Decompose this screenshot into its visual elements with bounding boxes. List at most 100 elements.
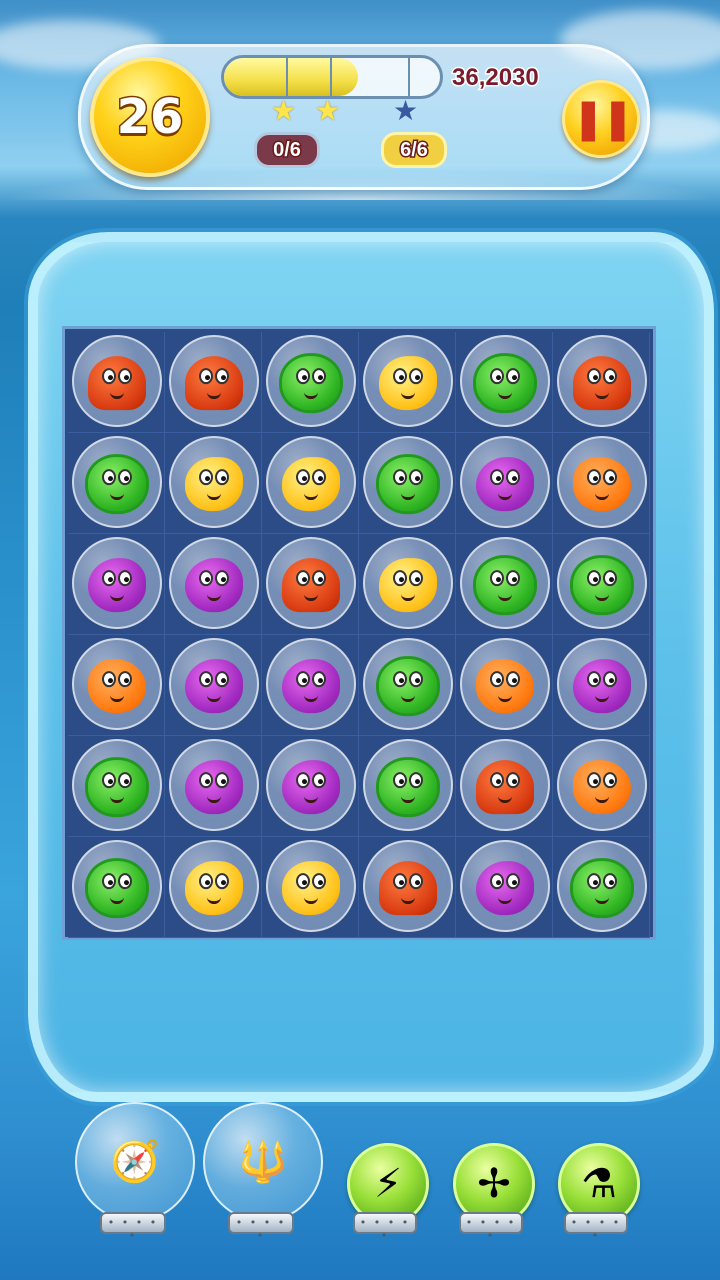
- anglerfish-icon: [282, 760, 340, 815]
- bubble-tile[interactable]: [266, 436, 356, 528]
- bubble-tile[interactable]: [169, 739, 259, 831]
- board-cell[interactable]: [262, 837, 359, 938]
- goldfish-icon: [185, 861, 243, 916]
- mouth: [498, 491, 512, 501]
- board-cell[interactable]: [359, 837, 456, 938]
- board-cell[interactable]: [456, 635, 553, 736]
- board-cell[interactable]: [165, 635, 262, 736]
- bubble-tile[interactable]: [169, 638, 259, 730]
- board-cell[interactable]: [68, 837, 165, 938]
- bubble-tile[interactable]: [460, 739, 550, 831]
- board-cell[interactable]: [165, 736, 262, 837]
- bubble-tile[interactable]: [557, 335, 647, 427]
- board-cell[interactable]: [553, 736, 650, 837]
- puffer-icon: [282, 356, 340, 411]
- board-cell[interactable]: [456, 433, 553, 534]
- bubble-tile[interactable]: [169, 840, 259, 932]
- bubble-tile[interactable]: [72, 739, 162, 831]
- eye: [296, 469, 310, 486]
- eye: [506, 873, 520, 890]
- board-cell[interactable]: [456, 534, 553, 635]
- anglerfish-icon: [88, 558, 146, 613]
- bubble-tile[interactable]: [557, 638, 647, 730]
- board-cell[interactable]: [68, 332, 165, 433]
- board-cell[interactable]: [553, 635, 650, 736]
- mouth: [207, 491, 221, 501]
- eye: [102, 469, 116, 486]
- bubble-tile[interactable]: [72, 436, 162, 528]
- bubble-tile[interactable]: [460, 436, 550, 528]
- moves-value: 26: [115, 88, 185, 147]
- bubble-tile[interactable]: [363, 739, 453, 831]
- bubble-tile[interactable]: [266, 537, 356, 629]
- bubble-tile[interactable]: [169, 335, 259, 427]
- board-cell[interactable]: [553, 837, 650, 938]
- eye: [409, 873, 423, 890]
- board-cell[interactable]: [262, 736, 359, 837]
- board-cell[interactable]: [262, 635, 359, 736]
- bubble-tile[interactable]: [363, 537, 453, 629]
- board-cell[interactable]: [456, 837, 553, 938]
- board-cell[interactable]: [165, 332, 262, 433]
- board-cell[interactable]: [553, 534, 650, 635]
- eye: [296, 671, 310, 688]
- board-cell[interactable]: [359, 635, 456, 736]
- mouth: [498, 895, 512, 905]
- board-cell[interactable]: [359, 534, 456, 635]
- eye: [118, 368, 132, 385]
- board-cell[interactable]: [68, 534, 165, 635]
- bubble-tile[interactable]: [169, 537, 259, 629]
- board-cell[interactable]: [456, 332, 553, 433]
- compass-booster-dome[interactable]: 🧭: [75, 1102, 195, 1222]
- bubble-tile[interactable]: [363, 335, 453, 427]
- eye: [603, 570, 617, 587]
- board-cell[interactable]: [262, 332, 359, 433]
- bubble-tile[interactable]: [557, 739, 647, 831]
- bubble-tile[interactable]: [266, 739, 356, 831]
- anglerfish-icon: [185, 558, 243, 613]
- eye: [296, 368, 310, 385]
- pause-button[interactable]: ❚❚: [562, 80, 640, 158]
- bubble-tile[interactable]: [557, 840, 647, 932]
- bubble-tile[interactable]: [557, 436, 647, 528]
- bubble-tile[interactable]: [72, 335, 162, 427]
- eye: [490, 469, 504, 486]
- board-cell[interactable]: [262, 534, 359, 635]
- bubble-tile[interactable]: [460, 537, 550, 629]
- bubble-tile[interactable]: [169, 436, 259, 528]
- board-cell[interactable]: [359, 736, 456, 837]
- bubble-tile[interactable]: [266, 638, 356, 730]
- bubble-tile[interactable]: [266, 840, 356, 932]
- mouth: [401, 491, 415, 501]
- bubble-tile[interactable]: [72, 638, 162, 730]
- propeller-booster-base: [459, 1212, 523, 1242]
- bubble-tile[interactable]: [460, 335, 550, 427]
- bubble-tile[interactable]: [460, 840, 550, 932]
- bubble-tile[interactable]: [363, 638, 453, 730]
- board-cell[interactable]: [359, 332, 456, 433]
- board-cell[interactable]: [165, 837, 262, 938]
- eye: [215, 873, 229, 890]
- board-cell[interactable]: [165, 433, 262, 534]
- board-cell[interactable]: [68, 736, 165, 837]
- mouth: [110, 693, 124, 703]
- bubble-tile[interactable]: [363, 436, 453, 528]
- bubble-tile[interactable]: [266, 335, 356, 427]
- bubble-tile[interactable]: [557, 537, 647, 629]
- eye: [199, 873, 213, 890]
- star-3-icon: ★: [393, 94, 419, 127]
- mouth: [401, 895, 415, 905]
- board-cell[interactable]: [456, 736, 553, 837]
- bubble-tile[interactable]: [363, 840, 453, 932]
- bubble-tile[interactable]: [72, 840, 162, 932]
- board-cell[interactable]: [68, 635, 165, 736]
- board-cell[interactable]: [553, 332, 650, 433]
- board-cell[interactable]: [262, 433, 359, 534]
- board-cell[interactable]: [553, 433, 650, 534]
- board-cell[interactable]: [165, 534, 262, 635]
- trident-booster-dome[interactable]: 🔱: [203, 1102, 323, 1222]
- bubble-tile[interactable]: [72, 537, 162, 629]
- board-cell[interactable]: [359, 433, 456, 534]
- board-cell[interactable]: [68, 433, 165, 534]
- bubble-tile[interactable]: [460, 638, 550, 730]
